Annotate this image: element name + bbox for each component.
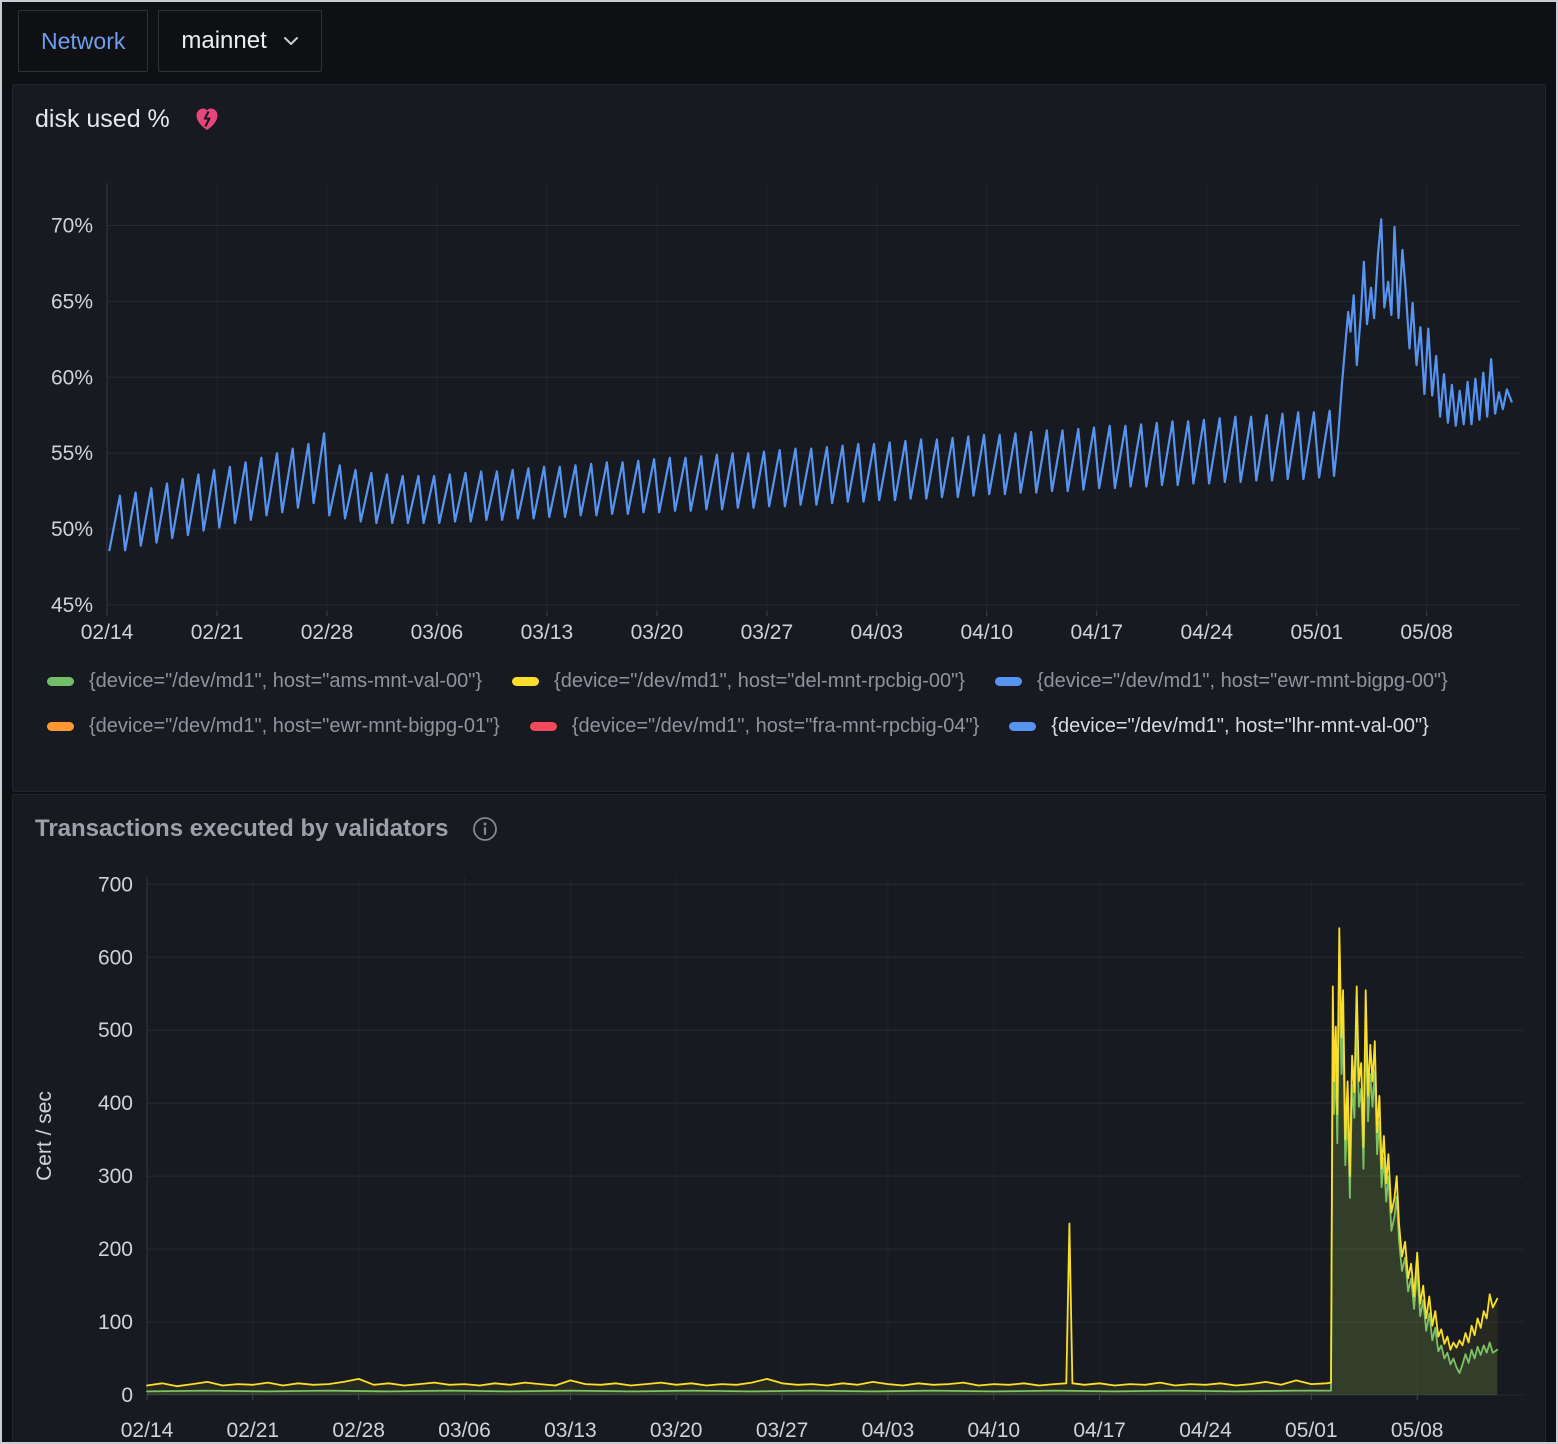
y-tick-label: 0 <box>121 1384 133 1407</box>
network-variable-label[interactable]: Network <box>18 10 148 72</box>
panel-transactions-header: Transactions executed by validators <box>13 795 1545 849</box>
dashboard-variables-bar: Network mainnet <box>2 2 1556 80</box>
y-tick-label: 50% <box>51 518 93 541</box>
x-tick-label: 02/21 <box>227 1419 280 1442</box>
x-tick-label: 04/17 <box>1073 1419 1126 1442</box>
legend-item[interactable]: {device="/dev/md1", host="fra-mnt-rpcbig… <box>530 704 980 749</box>
x-tick-label: 04/24 <box>1179 1419 1232 1442</box>
legend-item[interactable]: {device="/dev/md1", host="del-mnt-rpcbig… <box>512 659 965 704</box>
series-line <box>147 928 1497 1386</box>
y-tick-label: 100 <box>98 1311 133 1334</box>
legend-series-label: {device="/dev/md1", host="del-mnt-rpcbig… <box>554 670 965 693</box>
chevron-down-icon <box>283 36 299 46</box>
disk-used-legend: {device="/dev/md1", host="ams-mnt-val-00… <box>13 659 1545 749</box>
legend-series-swatch <box>995 677 1022 686</box>
legend-series-label: {device="/dev/md1", host="lhr-mnt-val-00… <box>1051 715 1428 738</box>
y-tick-label: 700 <box>98 873 133 896</box>
y-tick-label: 65% <box>51 290 93 313</box>
x-tick-label: 02/14 <box>121 1419 174 1442</box>
y-tick-label: 70% <box>51 215 93 238</box>
grafana-dashboard: Network mainnet disk used % 02/1402/2102… <box>0 0 1558 1444</box>
legend-item[interactable]: {device="/dev/md1", host="ams-mnt-val-00… <box>47 659 482 704</box>
x-tick-label: 05/08 <box>1391 1419 1444 1442</box>
legend-series-swatch <box>512 677 539 686</box>
legend-series-label: {device="/dev/md1", host="ewr-mnt-bigpg-… <box>89 715 500 738</box>
x-tick-label: 02/28 <box>332 1419 385 1442</box>
y-tick-label: 300 <box>98 1165 133 1188</box>
x-tick-label: 03/06 <box>411 621 464 644</box>
network-label-text: Network <box>41 28 125 55</box>
x-tick-label: 04/10 <box>968 1419 1021 1442</box>
panel-disk-used-header: disk used % <box>13 85 1545 139</box>
legend-item[interactable]: {device="/dev/md1", host="ewr-mnt-bigpg-… <box>47 704 500 749</box>
legend-series-swatch <box>47 677 74 686</box>
panel-disk-used-title[interactable]: disk used % <box>35 105 170 134</box>
y-tick-label: 600 <box>98 946 133 969</box>
panel-transactions-title[interactable]: Transactions executed by validators <box>35 815 449 843</box>
x-tick-label: 03/13 <box>544 1419 597 1442</box>
legend-series-label: {device="/dev/md1", host="ams-mnt-val-00… <box>89 670 482 693</box>
x-tick-label: 03/20 <box>631 621 684 644</box>
legend-series-label: {device="/dev/md1", host="ewr-mnt-bigpg-… <box>1037 670 1448 693</box>
x-tick-label: 03/27 <box>741 621 794 644</box>
x-tick-label: 05/01 <box>1285 1419 1338 1442</box>
y-tick-label: 55% <box>51 442 93 465</box>
info-circle-icon[interactable] <box>471 815 499 843</box>
x-tick-label: 02/14 <box>81 621 134 644</box>
x-tick-label: 03/27 <box>756 1419 809 1442</box>
series-line <box>109 219 1511 550</box>
y-tick-label: 500 <box>98 1019 133 1042</box>
y-tick-label: 60% <box>51 366 93 389</box>
y-tick-label: 400 <box>98 1092 133 1115</box>
panel-disk-used: disk used % 02/14 02/21 02/28 03/06 03/13 03/… <box>12 84 1546 792</box>
x-tick-label: 02/21 <box>191 621 244 644</box>
x-tick-label: 02/28 <box>301 621 354 644</box>
network-selected-value: mainnet <box>181 27 266 55</box>
x-tick-label: 05/01 <box>1291 621 1344 644</box>
x-tick-label: 03/06 <box>438 1419 491 1442</box>
legend-item[interactable]: {device="/dev/md1", host="lhr-mnt-val-00… <box>1009 704 1428 749</box>
x-tick-label: 04/17 <box>1071 621 1124 644</box>
x-tick-label: 04/03 <box>862 1419 915 1442</box>
legend-series-swatch <box>530 722 557 731</box>
series-area-fill <box>147 928 1497 1395</box>
panel-transactions: Transactions executed by validators 02/1… <box>12 794 1546 1444</box>
y-tick-label: 45% <box>51 594 93 617</box>
network-variable-select[interactable]: mainnet <box>158 10 321 72</box>
x-tick-label: 03/13 <box>521 621 574 644</box>
heart-break-icon <box>192 104 222 134</box>
x-tick-label: 04/10 <box>961 621 1014 644</box>
x-tick-label: 05/08 <box>1400 621 1453 644</box>
x-tick-label: 03/20 <box>650 1419 703 1442</box>
x-tick-label: 04/03 <box>851 621 904 644</box>
series-area-fill <box>147 968 1497 1395</box>
y-axis-title: Cert / sec <box>33 1091 56 1181</box>
series-line <box>147 968 1497 1391</box>
disk-used-chart[interactable]: 02/14 02/21 02/28 03/06 03/13 03/20 03/27 04/03… <box>15 169 1543 655</box>
legend-series-swatch <box>1009 722 1036 731</box>
legend-item[interactable]: {device="/dev/md1", host="ewr-mnt-bigpg-… <box>995 659 1448 704</box>
transactions-chart[interactable]: 02/14 02/21 02/28 03/06 03/13 03/20 03/27 04/03… <box>15 861 1543 1444</box>
y-tick-label: 200 <box>98 1238 133 1261</box>
legend-series-swatch <box>47 722 74 731</box>
x-tick-label: 04/24 <box>1181 621 1234 644</box>
legend-series-label: {device="/dev/md1", host="fra-mnt-rpcbig… <box>572 715 980 738</box>
